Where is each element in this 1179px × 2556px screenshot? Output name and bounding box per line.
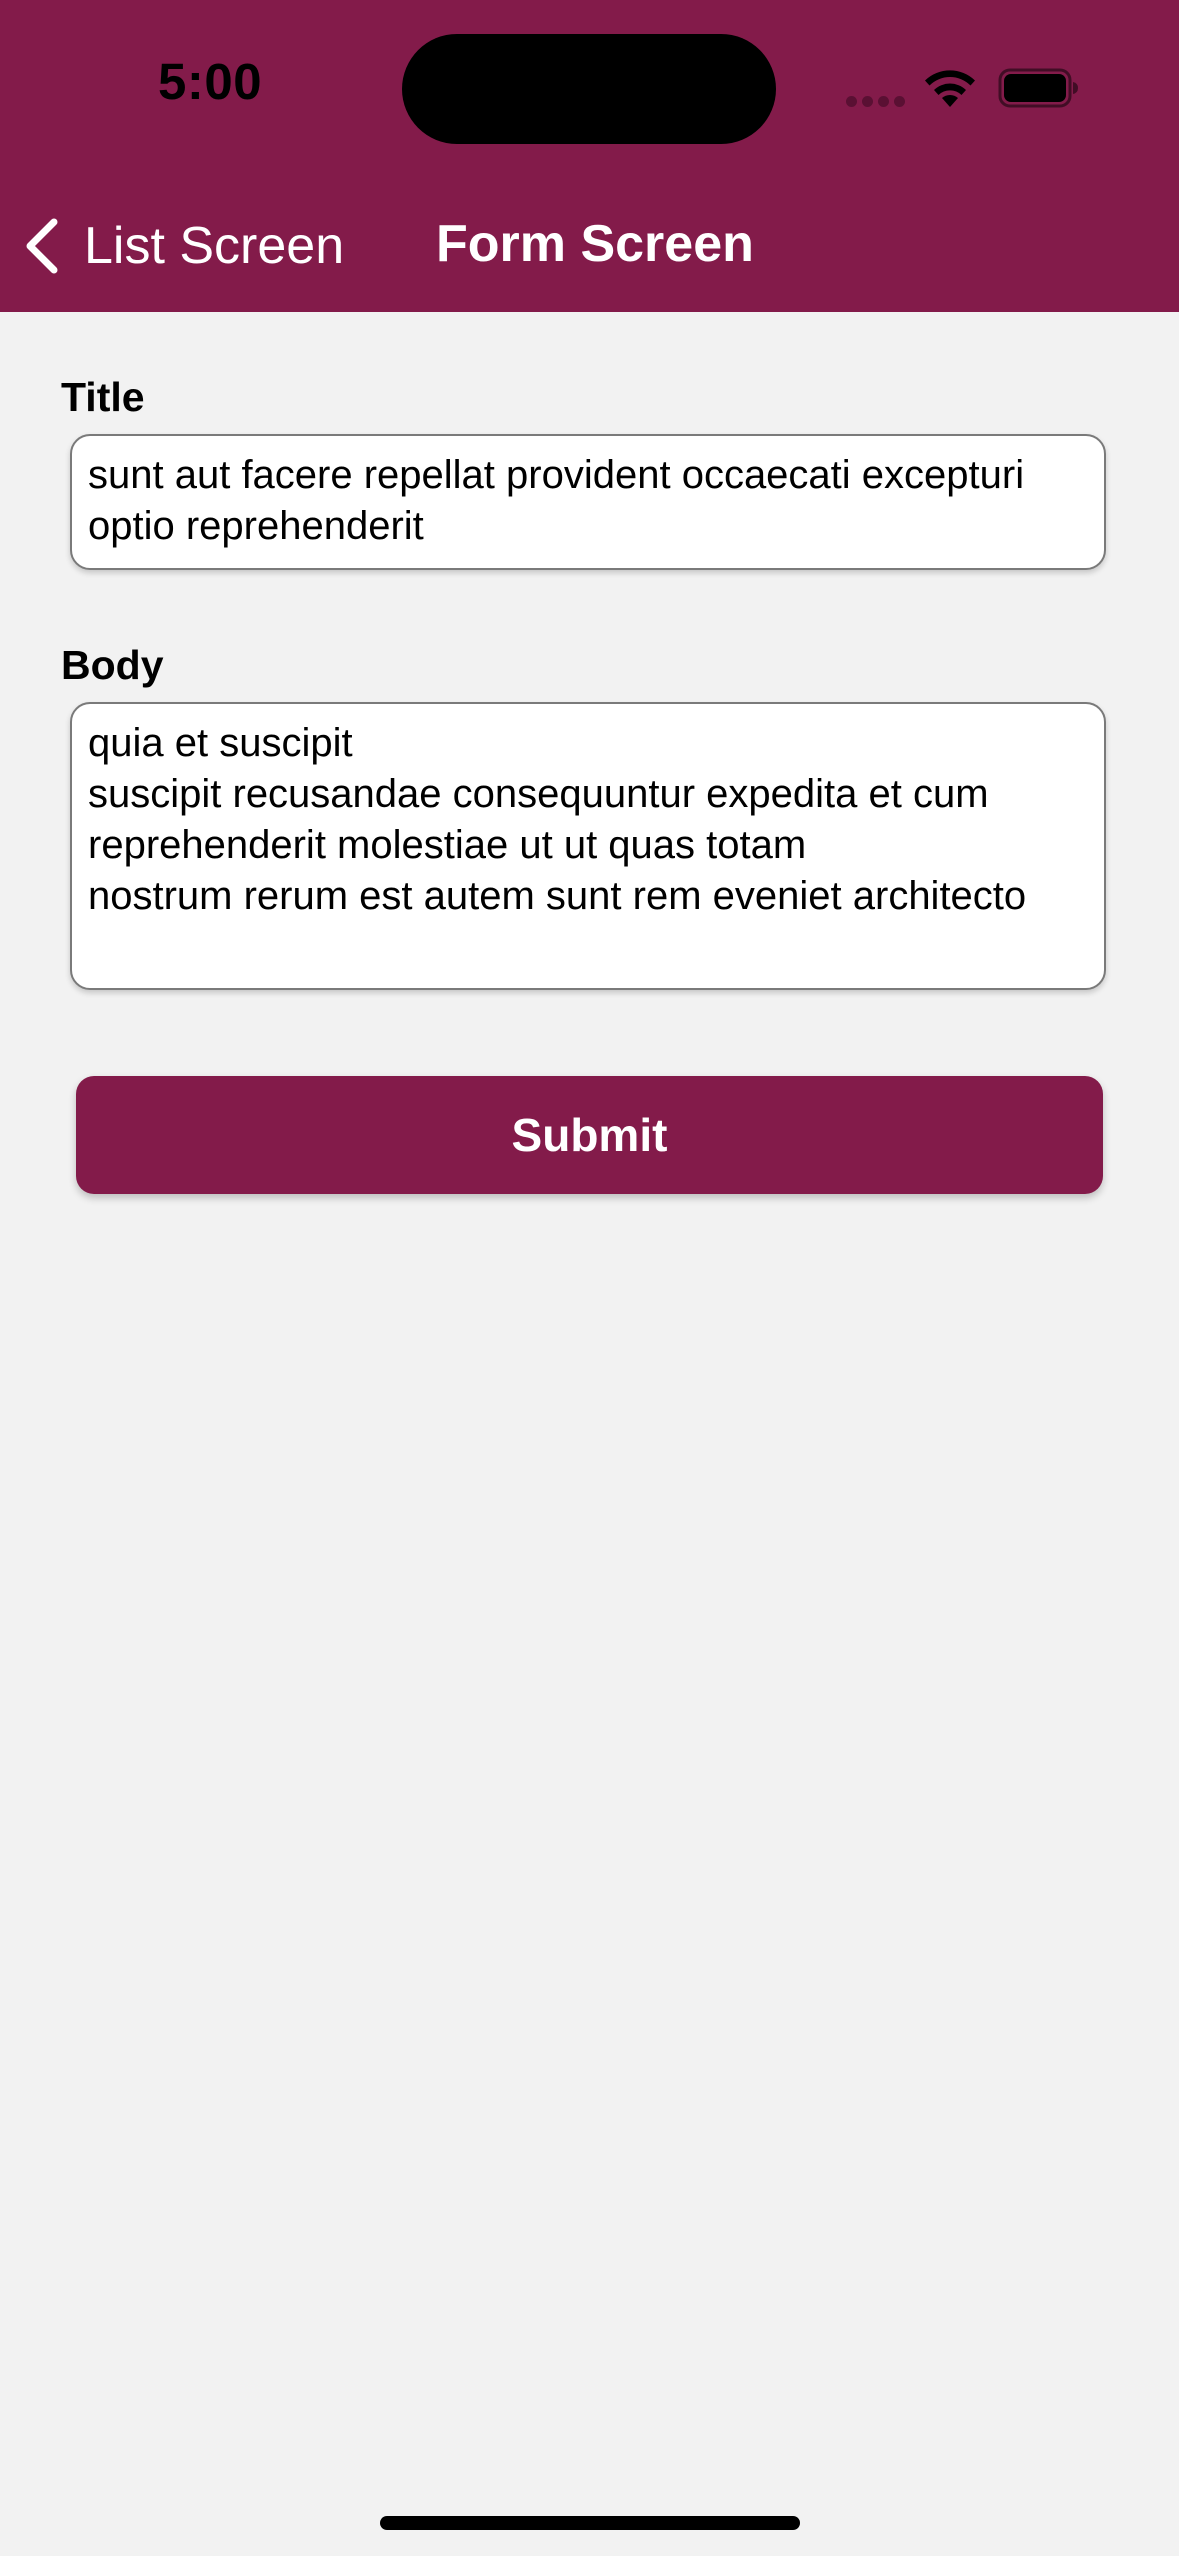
back-button[interactable]: List Screen xyxy=(22,210,344,282)
title-input[interactable]: sunt aut facere repellat provident occae… xyxy=(70,434,1106,570)
body-textarea[interactable]: quia et suscipit suscipit recusandae con… xyxy=(70,702,1106,990)
wifi-icon xyxy=(925,70,975,107)
battery-icon xyxy=(998,68,1078,108)
app-header: 5:00 List Screen Form Screen xyxy=(0,0,1179,312)
submit-button-label: Submit xyxy=(511,1109,668,1161)
chevron-left-icon xyxy=(26,218,58,274)
body-field-label: Body xyxy=(61,642,164,688)
signal-icon xyxy=(846,96,905,108)
back-button-label: List Screen xyxy=(84,217,345,275)
page-title: Form Screen xyxy=(436,215,754,273)
submit-button[interactable]: Submit xyxy=(76,1076,1103,1194)
status-bar-time: 5:00 xyxy=(158,53,263,110)
home-indicator[interactable] xyxy=(380,2516,800,2530)
dynamic-island xyxy=(402,34,776,144)
title-field-label: Title xyxy=(61,374,145,420)
